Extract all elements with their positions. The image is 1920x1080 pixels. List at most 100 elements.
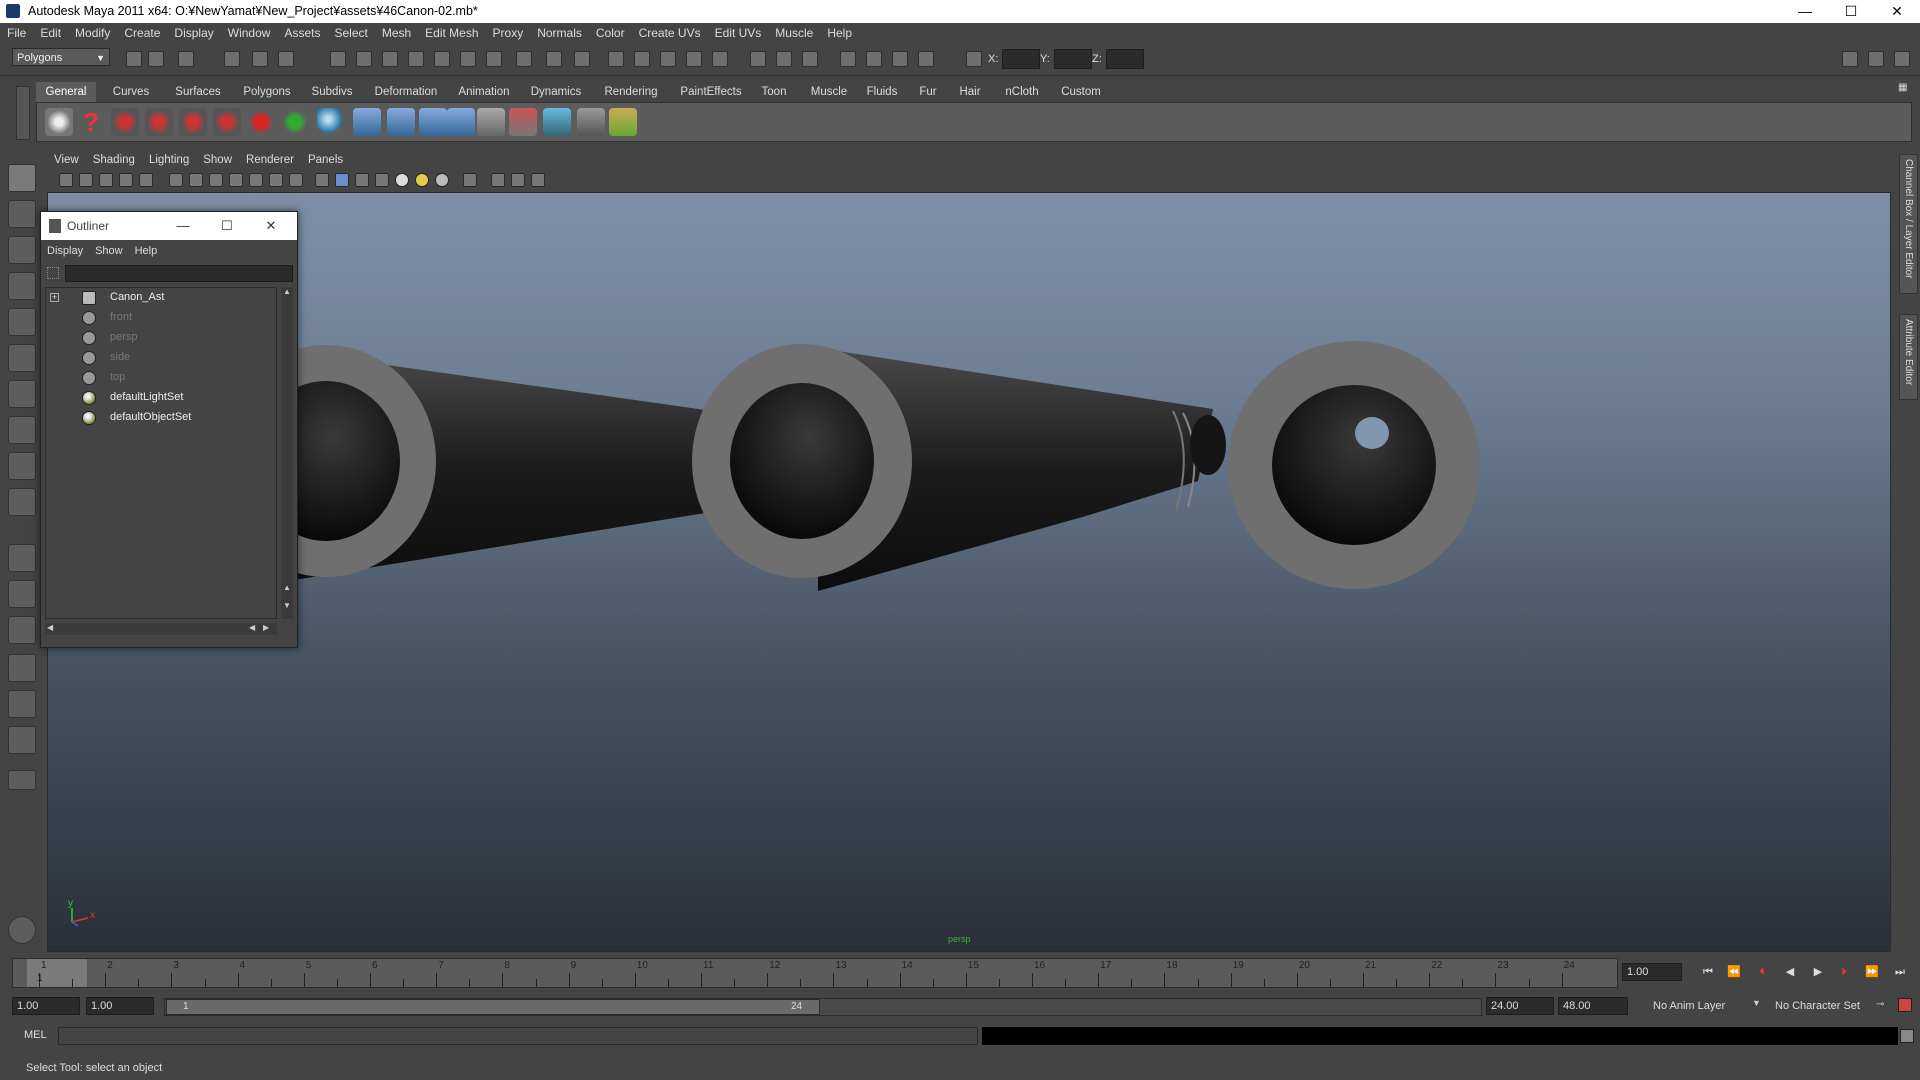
xray-joints-icon[interactable] (511, 173, 525, 187)
script-editor-icon[interactable] (8, 916, 36, 944)
step-back-frame-icon[interactable]: ⏪ (1726, 964, 1742, 980)
shelf-tab-toon[interactable]: Toon (754, 82, 794, 102)
resolution-gate-icon[interactable] (209, 173, 223, 187)
relative-transform-icon[interactable] (918, 51, 934, 67)
menu-assets[interactable]: Assets (277, 23, 327, 43)
shelf-menu-handle[interactable] (16, 86, 30, 140)
outliner-item-persp[interactable]: persp (46, 328, 276, 348)
shelf-tab-deformation[interactable]: Deformation (366, 82, 446, 102)
shelf-script-3-icon[interactable] (179, 108, 207, 136)
shelf-script-2-icon[interactable] (145, 108, 173, 136)
outliner-menu-show[interactable]: Show (89, 240, 129, 262)
shelf-tab-curves[interactable]: Curves (102, 82, 160, 102)
shelf-tab-fluids[interactable]: Fluids (858, 82, 906, 102)
bookmark-icon[interactable] (99, 173, 113, 187)
layout-stacked-icon[interactable] (8, 654, 36, 682)
wireframe-icon[interactable] (315, 173, 329, 187)
outliner-item-default-object-set[interactable]: defaultObjectSet (46, 408, 276, 428)
layout-four-pane-icon[interactable] (8, 580, 36, 608)
image-plane-icon[interactable] (119, 173, 133, 187)
outliner-horizontal-scrollbar[interactable]: ◀ ◀ ▶ (45, 623, 277, 635)
menu-edit-uvs[interactable]: Edit UVs (708, 23, 769, 43)
menu-color[interactable]: Color (589, 23, 632, 43)
go-to-end-icon[interactable]: ⏭ (1892, 964, 1908, 980)
shelf-lights-icon[interactable] (509, 108, 537, 136)
snap-view-plane-icon[interactable] (408, 51, 424, 67)
outliner-menu-display[interactable]: Display (41, 240, 89, 262)
go-to-start-icon[interactable]: ⏮ (1700, 964, 1716, 980)
step-forward-key-icon[interactable]: ⏵ (1836, 964, 1852, 980)
expand-plus-icon[interactable]: + (50, 293, 59, 302)
hypershade-icon[interactable] (686, 51, 702, 67)
save-scene-icon[interactable] (178, 51, 194, 67)
menu-modify[interactable]: Modify (68, 23, 117, 43)
shelf-tab-muscle[interactable]: Muscle (804, 82, 854, 102)
render-globals-icon[interactable] (802, 51, 818, 67)
panel-menu-panels[interactable]: Panels (301, 150, 350, 170)
y-coord-field[interactable] (1054, 49, 1092, 69)
layout-hypershade-icon[interactable] (8, 726, 36, 754)
soft-mod-tool-icon[interactable] (8, 416, 36, 444)
select-object-icon[interactable] (252, 51, 268, 67)
shelf-tab-painteffects[interactable]: PaintEffects (670, 82, 752, 102)
magnet-icon[interactable] (546, 51, 562, 67)
attribute-editor-toggle-icon[interactable] (1842, 51, 1858, 67)
outliner-pane-icon[interactable] (866, 51, 882, 67)
menu-create[interactable]: Create (117, 23, 167, 43)
outliner-filter-icon[interactable] (47, 267, 59, 279)
menu-edit[interactable]: Edit (33, 23, 68, 43)
new-scene-icon[interactable] (126, 51, 142, 67)
lasso-tool-icon[interactable] (8, 200, 36, 228)
scroll-down-icon[interactable]: ▼ (281, 601, 293, 611)
menu-set-dropdown[interactable]: Polygons ▼ (12, 48, 110, 66)
shelf-help-icon[interactable]: ? (77, 108, 105, 136)
select-component-icon[interactable] (278, 51, 294, 67)
panel-menu-renderer[interactable]: Renderer (239, 150, 301, 170)
time-slider[interactable]: 1 12345678910111213141516171819202122232… (12, 958, 1618, 988)
last-tool-icon[interactable] (8, 488, 36, 516)
playback-start-field[interactable]: 1.00 (86, 997, 154, 1015)
shelf-tab-ncloth[interactable]: nCloth (996, 82, 1048, 102)
move-tool-icon[interactable] (8, 272, 36, 300)
scroll-left-icon[interactable]: ◀ (47, 623, 53, 632)
render-settings-icon[interactable] (660, 51, 676, 67)
close-button[interactable]: ✕ (1874, 0, 1920, 23)
shelf-tab-general[interactable]: General (36, 82, 96, 102)
two-d-pan-icon[interactable] (139, 173, 153, 187)
menu-normals[interactable]: Normals (530, 23, 589, 43)
shelf-tab-surfaces[interactable]: Surfaces (164, 82, 232, 102)
menu-display[interactable]: Display (167, 23, 220, 43)
channel-box-tab[interactable]: Channel Box / Layer Editor (1899, 154, 1918, 294)
minimize-button[interactable]: — (1782, 0, 1828, 23)
menu-mesh[interactable]: Mesh (375, 23, 418, 43)
render-view-icon[interactable] (712, 51, 728, 67)
show-manip-tool-icon[interactable] (8, 452, 36, 480)
command-language-label[interactable]: MEL (24, 1029, 47, 1041)
shelf-script-1-icon[interactable] (111, 108, 139, 136)
outliner-maximize-button[interactable]: ☐ (207, 215, 247, 237)
current-time-marker[interactable] (27, 959, 87, 987)
select-hierarchy-icon[interactable] (224, 51, 240, 67)
shelf-render-icon[interactable] (543, 108, 571, 136)
panel-menu-shading[interactable]: Shading (86, 150, 142, 170)
outliner-minimize-button[interactable]: — (163, 215, 203, 237)
textured-icon[interactable] (375, 173, 389, 187)
use-all-lights-icon[interactable] (395, 173, 409, 187)
panel-menu-show[interactable]: Show (196, 150, 239, 170)
shelf-tab-subdivs[interactable]: Subdivs (302, 82, 362, 102)
shelf-tab-polygons[interactable]: Polygons (234, 82, 300, 102)
gate-mask-icon[interactable] (229, 173, 243, 187)
snap-point-icon[interactable] (382, 51, 398, 67)
z-coord-field[interactable] (1106, 49, 1144, 69)
outliner-vertical-scrollbar[interactable]: ▲ ▲ ▼ (281, 287, 293, 619)
universal-manip-icon[interactable] (8, 380, 36, 408)
play-forwards-icon[interactable]: ▶ (1810, 964, 1826, 980)
shelf-joint-3-icon[interactable] (419, 108, 447, 136)
safe-title-icon[interactable] (289, 173, 303, 187)
outliner-item-default-light-set[interactable]: defaultLightSet (46, 388, 276, 408)
grid-toggle-icon[interactable] (169, 173, 183, 187)
scroll-left-icon-right[interactable]: ◀ (249, 623, 255, 632)
outliner-item-canon-ast[interactable]: + Canon_Ast (46, 288, 276, 308)
shelf-trash-icon[interactable]: ▦ (1898, 82, 1912, 96)
render-frame-icon[interactable] (608, 51, 624, 67)
